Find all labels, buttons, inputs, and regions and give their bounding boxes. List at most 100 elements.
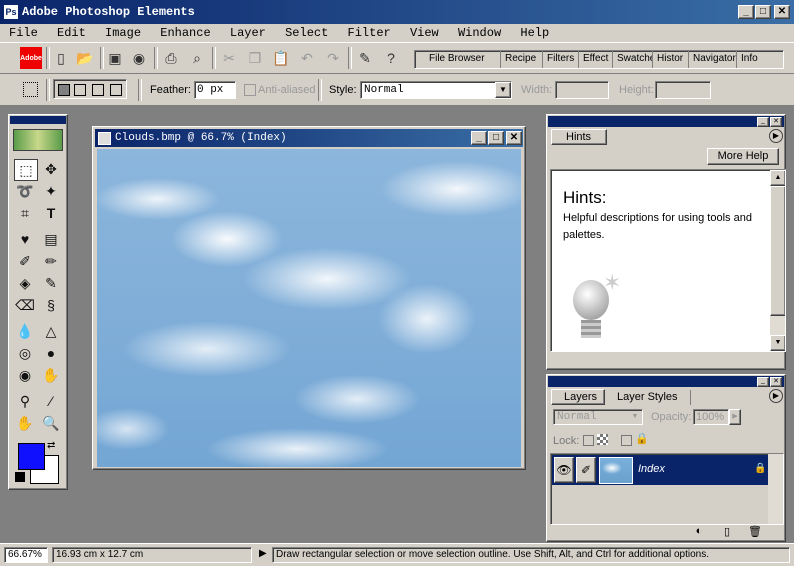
help-icon[interactable]: ? [380, 47, 402, 69]
new-file-icon[interactable]: ▯ [50, 47, 72, 69]
scroll-down-icon[interactable]: ▼ [770, 335, 785, 351]
anti-aliased-checkbox[interactable] [244, 84, 256, 96]
sharpen-tool-icon[interactable]: △ [40, 321, 62, 341]
menu-view[interactable]: View [410, 26, 439, 40]
blur-tool-icon[interactable]: 💧 [14, 321, 36, 341]
shape-tool-icon[interactable]: ♥ [14, 229, 36, 249]
save-web-icon[interactable]: ◉ [128, 47, 150, 69]
toolbox-titlebar[interactable] [10, 116, 66, 124]
eyedropper-tool-icon[interactable]: ⁄ [40, 391, 62, 411]
hints-close-button[interactable]: ✕ [770, 117, 782, 127]
tab-effects[interactable]: Effect [579, 51, 613, 68]
hints-panel-titlebar[interactable]: _ ✕ [548, 116, 784, 127]
cut-icon[interactable]: ✂ [218, 47, 240, 69]
app-titlebar[interactable]: Ps Adobe Photoshop Elements _ □ ✕ [0, 0, 794, 24]
chevron-down-icon[interactable]: ▼ [495, 82, 511, 98]
more-help-button[interactable]: More Help [707, 148, 779, 165]
swap-colors-icon[interactable]: ⇄ [47, 440, 55, 451]
print-icon[interactable]: ⎙ [160, 47, 182, 69]
add-selection-icon[interactable] [74, 84, 86, 96]
menu-window[interactable]: Window [458, 26, 501, 40]
chevron-down-icon[interactable]: ▼ [629, 411, 641, 423]
document-titlebar[interactable]: Clouds.bmp @ 66.7% (Index) _ □ ✕ [95, 129, 523, 147]
feather-input[interactable] [194, 81, 236, 99]
burn-tool-icon[interactable]: ✋ [40, 365, 62, 385]
foreground-color-swatch[interactable] [18, 443, 45, 470]
magic-wand-tool-icon[interactable]: ✦ [40, 181, 62, 201]
intersect-selection-icon[interactable] [110, 84, 122, 96]
blend-mode-select[interactable]: Normal ▼ [553, 409, 643, 425]
menu-filter[interactable]: Filter [348, 26, 391, 40]
lock-all-checkbox[interactable] [621, 435, 632, 446]
height-input[interactable] [655, 81, 711, 99]
brush-tool-icon[interactable]: ✐ [14, 251, 36, 271]
copy-icon[interactable]: ❐ [244, 47, 266, 69]
tab-file-browser[interactable]: File Browser [425, 51, 501, 68]
tab-recipe[interactable]: Recipe [501, 51, 543, 68]
layers-close-button[interactable]: ✕ [770, 377, 782, 387]
zoom-tool-icon[interactable]: 🔍 [40, 413, 62, 433]
layers-menu-icon[interactable]: ▶ [769, 389, 783, 403]
open-folder-icon[interactable]: 📂 [74, 47, 96, 69]
layers-panel-titlebar[interactable]: _ ✕ [548, 376, 784, 387]
zoom-field[interactable]: 66.67% [4, 547, 48, 563]
dodge-tool-icon[interactable]: ● [40, 343, 62, 363]
paste-icon[interactable]: 📋 [270, 47, 292, 69]
tab-histogram[interactable]: Histor [653, 51, 689, 68]
pattern-stamp-tool-icon[interactable]: § [40, 295, 62, 315]
style-select[interactable]: Normal ▼ [360, 81, 512, 99]
clone-stamp-tool-icon[interactable]: ⚲ [14, 391, 36, 411]
hints-scrollbar[interactable]: ▲ ▼ [770, 170, 785, 351]
save-icon[interactable]: ▣ [104, 47, 126, 69]
tab-layer-styles[interactable]: Layer Styles [605, 390, 691, 405]
layer-brush-icon[interactable]: ✐ [576, 457, 596, 483]
redo-icon[interactable]: ↷ [322, 47, 344, 69]
red-eye-tool-icon[interactable]: ◉ [14, 365, 36, 385]
delete-layer-icon[interactable]: 🗑 [747, 525, 763, 539]
scroll-thumb[interactable] [770, 186, 785, 316]
doc-minimize-button[interactable]: _ [471, 131, 487, 145]
crop-tool-icon[interactable]: ⌗ [14, 203, 36, 223]
layer-visibility-eye-icon[interactable]: 👁 [554, 457, 574, 483]
tab-layers[interactable]: Layers [551, 389, 605, 405]
tab-info[interactable]: Info [737, 51, 771, 68]
type-tool-icon[interactable]: T [40, 203, 62, 223]
menu-enhance[interactable]: Enhance [160, 26, 210, 40]
adobe-logo-icon[interactable]: Adobe [20, 47, 42, 69]
move-tool-icon[interactable]: ✥ [40, 159, 62, 179]
minimize-button[interactable]: _ [738, 5, 754, 19]
tab-navigator[interactable]: Navigator [689, 51, 737, 68]
new-layer-icon[interactable]: ▯ [719, 525, 735, 539]
default-colors-icon[interactable] [15, 472, 25, 482]
layer-row-index[interactable]: 👁 ✐ Index 🔒 [552, 455, 768, 485]
hand-tool-icon[interactable]: ✋ [14, 413, 36, 433]
lock-transparency-checkbox[interactable] [583, 435, 594, 446]
impressionist-brush-tool-icon[interactable]: ✎ [40, 273, 62, 293]
tab-filters[interactable]: Filters [543, 51, 579, 68]
new-adjustment-layer-icon[interactable]: ◐ [691, 525, 707, 539]
hints-tab[interactable]: Hints [551, 129, 607, 145]
lasso-tool-icon[interactable]: ➰ [14, 181, 36, 201]
hints-minimize-button[interactable]: _ [757, 117, 769, 127]
layers-scrollbar[interactable] [768, 454, 783, 524]
menu-file[interactable]: File [9, 26, 38, 40]
tab-swatches[interactable]: Swatche [613, 51, 653, 68]
step-backward-icon[interactable]: ✎ [354, 47, 376, 69]
undo-icon[interactable]: ↶ [296, 47, 318, 69]
pencil-tool-icon[interactable]: ✏ [40, 251, 62, 271]
menu-layer[interactable]: Layer [230, 26, 266, 40]
doc-close-button[interactable]: ✕ [506, 131, 522, 145]
close-button[interactable]: ✕ [774, 5, 790, 19]
rectangular-marquee-tool-icon[interactable]: ⬚ [14, 159, 38, 181]
gradient-tool-icon[interactable]: ▤ [40, 229, 62, 249]
subtract-selection-icon[interactable] [92, 84, 104, 96]
menu-select[interactable]: Select [285, 26, 328, 40]
print-preview-icon[interactable]: ⌕ [186, 47, 208, 69]
width-input[interactable] [555, 81, 609, 99]
hints-menu-icon[interactable]: ▶ [769, 129, 783, 143]
marquee-tool-icon[interactable] [23, 82, 38, 97]
new-selection-icon[interactable] [58, 84, 70, 96]
menu-help[interactable]: Help [520, 26, 549, 40]
doc-maximize-button[interactable]: □ [488, 131, 504, 145]
paint-bucket-tool-icon[interactable]: ◈ [14, 273, 36, 293]
